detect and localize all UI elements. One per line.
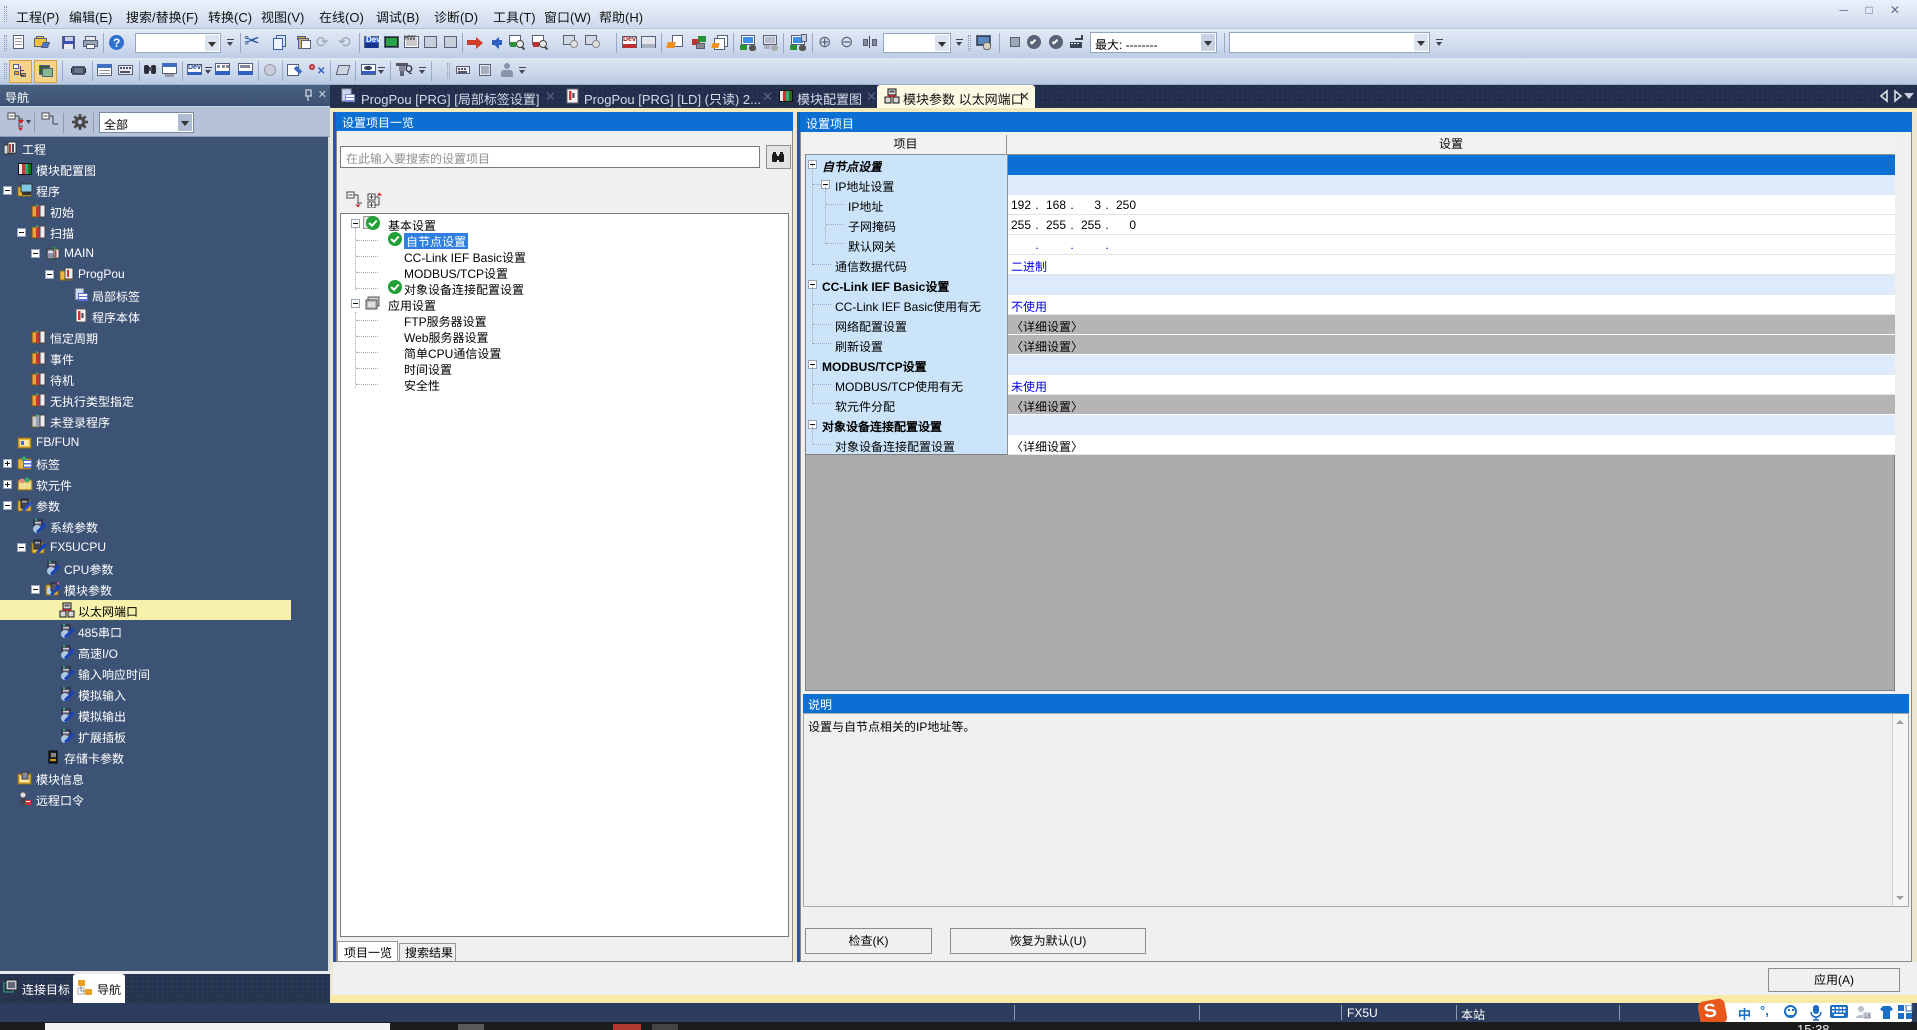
svg-text:18: 18: [1864, 1014, 1871, 1020]
